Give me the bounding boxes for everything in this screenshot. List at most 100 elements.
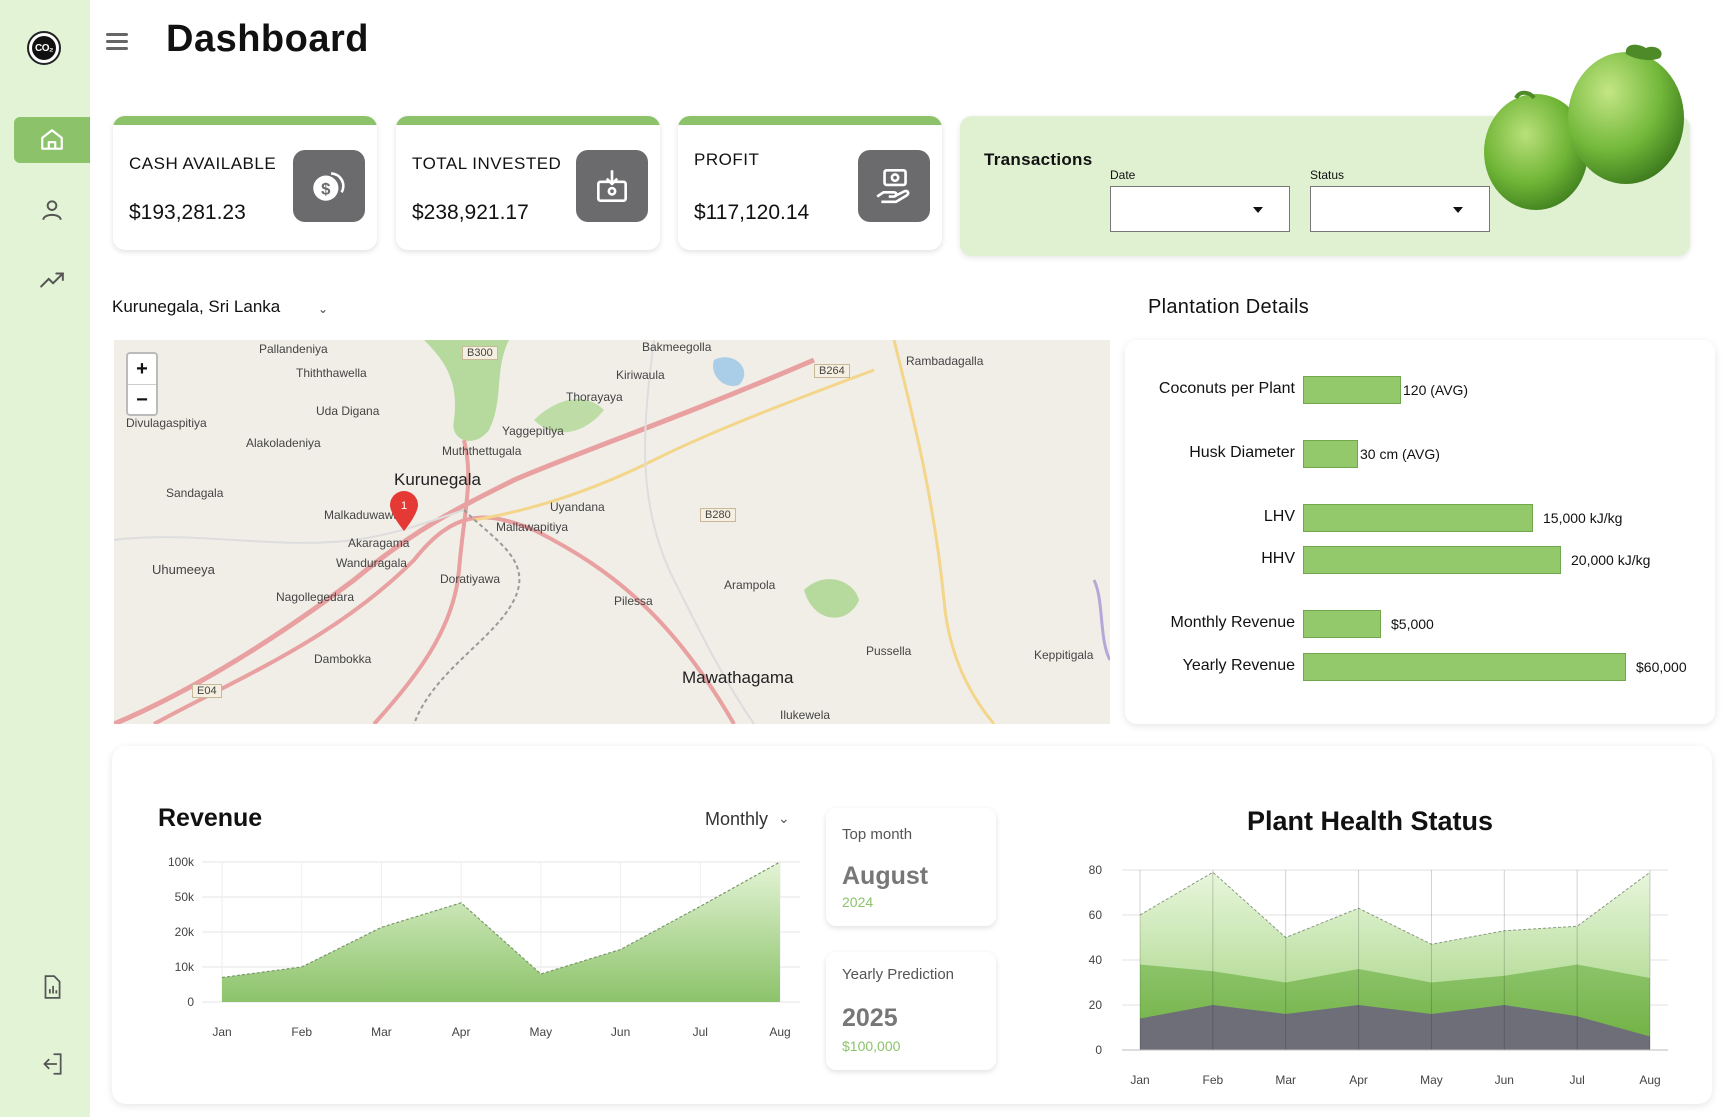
report-icon xyxy=(44,975,61,999)
plantation-row-value: 30 cm (AVG) xyxy=(1360,446,1440,462)
map-label: Mallawapitiya xyxy=(496,520,569,534)
sidebar-item-profile[interactable] xyxy=(14,187,90,233)
map-marker-icon[interactable]: 1 xyxy=(388,490,420,532)
y-tick-label: 50k xyxy=(175,890,195,904)
map-label: Thorayaya xyxy=(566,390,623,404)
sidebar-item-logout[interactable] xyxy=(14,1041,90,1087)
chevron-down-icon[interactable]: ⌄ xyxy=(778,810,790,827)
x-tick-label: Jul xyxy=(1569,1073,1584,1087)
plantation-row-label: HHV xyxy=(1261,550,1295,567)
plantation-row-value: $5,000 xyxy=(1391,616,1434,632)
x-tick-label: Jun xyxy=(611,1025,630,1039)
y-tick-label: 40 xyxy=(1089,953,1103,967)
menu-icon[interactable] xyxy=(106,33,128,51)
map-label: Keppitigala xyxy=(1034,648,1094,662)
revenue-period-select[interactable]: Monthly xyxy=(705,809,768,830)
map-label: Pussella xyxy=(866,644,912,658)
y-tick-label: 20 xyxy=(1089,998,1103,1012)
map-label: Akaragama xyxy=(348,536,410,550)
revenue-chart: 100k 50k 20k 10k 0 Jan Feb Mar Apr May Jun Jul Aug xyxy=(168,856,800,1039)
zoom-out-button[interactable]: − xyxy=(128,385,156,415)
road-shield: E04 xyxy=(192,684,222,698)
transactions-title: Transactions xyxy=(984,150,1093,169)
map-label: Uhumeeya xyxy=(152,562,215,577)
map-label-city: Mawathagama xyxy=(682,668,794,687)
health-chart: 80 60 40 20 0 Jan Feb Mar Apr May Jun Jul Aug xyxy=(1089,863,1668,1087)
map-label: Alakoladeniya xyxy=(246,436,321,450)
x-tick-label: Aug xyxy=(769,1025,790,1039)
top-month-value: August xyxy=(842,862,929,890)
user-icon xyxy=(42,200,62,221)
money-hand-icon xyxy=(858,150,930,222)
map-label: Kiriwaula xyxy=(616,368,665,382)
sidebar-item-home[interactable] xyxy=(14,117,90,163)
x-tick-label: Feb xyxy=(1203,1073,1224,1087)
status-select[interactable] xyxy=(1310,186,1490,232)
plantation-bar xyxy=(1303,653,1626,681)
zoom-in-button[interactable]: + xyxy=(128,354,156,385)
map-label: Nagollegedara xyxy=(276,590,355,604)
x-tick-label: Aug xyxy=(1639,1073,1660,1087)
date-select[interactable] xyxy=(1110,186,1290,232)
prediction-year: 2025 xyxy=(842,1004,898,1032)
plantation-row-label: Yearly Revenue xyxy=(1182,657,1295,674)
x-tick-label: May xyxy=(1420,1073,1443,1087)
y-tick-label: 10k xyxy=(175,960,195,974)
location-select[interactable]: Kurunegala, Sri Lanka xyxy=(112,297,280,317)
x-tick-label: May xyxy=(530,1025,553,1039)
chevron-down-icon[interactable]: ⌄ xyxy=(318,302,328,316)
map[interactable]: Pallandeniya Thiththawella Uda Digana Di… xyxy=(114,340,1110,724)
date-label: Date xyxy=(1110,168,1136,182)
home-icon xyxy=(41,129,63,150)
y-tick-label: 80 xyxy=(1089,863,1103,877)
svg-text:$: $ xyxy=(321,179,331,198)
sidebar: CO₂ xyxy=(0,0,90,1117)
stat-label: TOTAL INVESTED xyxy=(412,154,562,173)
stat-card-cash: CASH AVAILABLE $193,281.23 $ xyxy=(113,116,377,250)
y-tick-label: 60 xyxy=(1089,908,1103,922)
y-tick-label: 100k xyxy=(168,856,195,869)
prediction-amount: $100,000 xyxy=(842,1038,901,1054)
trending-up-icon xyxy=(40,272,64,288)
y-tick-label: 0 xyxy=(1095,1043,1102,1057)
plantation-bar xyxy=(1303,440,1358,468)
coins-icon: $ xyxy=(293,150,365,222)
coconut-image xyxy=(1484,44,1684,210)
logo[interactable]: CO₂ xyxy=(27,31,61,65)
revenue-title: Revenue xyxy=(158,804,263,832)
plantation-row-label: Monthly Revenue xyxy=(1170,614,1295,631)
plantation-bar xyxy=(1303,610,1381,638)
map-label: Pallandeniya xyxy=(259,342,328,356)
logout-icon xyxy=(43,1053,62,1075)
map-label: Thiththawella xyxy=(296,366,367,380)
sidebar-item-reports[interactable] xyxy=(14,964,90,1010)
analytics-card: Revenue Monthly ⌄ 100k 50k 20k 10k 0 Jan Feb Ma… xyxy=(112,746,1712,1104)
sidebar-item-analytics[interactable] xyxy=(14,257,90,303)
marker-count: 1 xyxy=(401,500,407,512)
x-tick-label: Jul xyxy=(693,1025,708,1039)
road-shield: B280 xyxy=(700,508,736,522)
map-label: Ilukewela xyxy=(780,708,831,722)
map-label: Rambadagalla xyxy=(906,354,984,368)
prediction-card: Yearly Prediction 2025 $100,000 xyxy=(826,952,996,1070)
prediction-label: Yearly Prediction xyxy=(842,966,955,983)
x-tick-label: Jun xyxy=(1495,1073,1514,1087)
stat-card-profit: PROFIT $117,120.14 xyxy=(678,116,942,250)
x-tick-label: Jan xyxy=(212,1025,231,1039)
stat-value: $238,921.17 xyxy=(412,201,529,224)
map-label: Muththettugala xyxy=(442,444,522,458)
stat-card-invested: TOTAL INVESTED $238,921.17 xyxy=(396,116,660,250)
road-shield: B264 xyxy=(814,364,850,378)
plantation-row-value: 15,000 kJ/kg xyxy=(1543,510,1623,526)
plantation-card: Coconuts per Plant 120 (AVG) Husk Diameter… xyxy=(1125,340,1715,724)
health-title: Plant Health Status xyxy=(1247,806,1494,836)
y-tick-label: 20k xyxy=(175,925,195,939)
logo-text: CO₂ xyxy=(32,36,56,60)
plantation-row-value: $60,000 xyxy=(1636,659,1687,675)
plantation-row-label: Husk Diameter xyxy=(1189,444,1295,461)
stat-value: $193,281.23 xyxy=(129,201,246,224)
zoom-control: + − xyxy=(126,352,158,416)
plantation-title: Plantation Details xyxy=(1148,296,1310,318)
x-tick-label: Apr xyxy=(1349,1073,1368,1087)
page-title: Dashboard xyxy=(166,18,369,60)
